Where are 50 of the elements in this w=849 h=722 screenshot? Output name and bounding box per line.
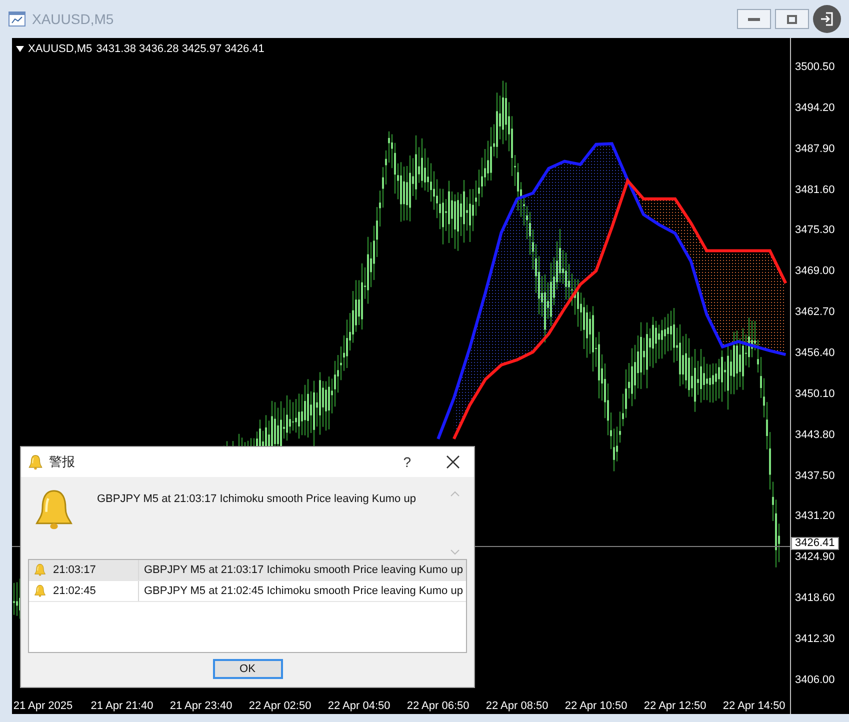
chart-symbol: XAUUSD,M5 bbox=[28, 42, 92, 57]
price-axis-label: 3431.20 bbox=[795, 510, 835, 522]
ok-button[interactable]: OK bbox=[212, 659, 282, 679]
price-axis-label: 3494.20 bbox=[795, 102, 835, 114]
time-axis-label: 21 Apr 21:40 bbox=[90, 700, 154, 713]
minimize-button[interactable] bbox=[737, 9, 771, 29]
time-axis-label: 22 Apr 10:50 bbox=[564, 700, 628, 713]
bell-icon bbox=[33, 563, 47, 577]
price-axis-label: 3481.60 bbox=[795, 184, 835, 196]
close-button[interactable] bbox=[446, 455, 460, 469]
exit-button[interactable] bbox=[813, 5, 841, 33]
alert-row[interactable]: 21:02:45 GBPJPY M5 at 21:02:45 Ichimoku smooth Price leaving Kumo up bbox=[29, 581, 466, 602]
price-axis-label: 3437.50 bbox=[795, 470, 835, 482]
price-axis-label: 3462.70 bbox=[795, 306, 835, 318]
price-axis-label: 3443.80 bbox=[795, 428, 835, 441]
price-axis-label: 3500.50 bbox=[795, 60, 835, 73]
alert-text: GBPJPY M5 at 21:03:17 Ichimoku smooth Price leaving Kumo up bbox=[143, 562, 463, 578]
time-axis-label: 22 Apr 14:50 bbox=[722, 700, 786, 713]
price-axis-label: 3418.60 bbox=[795, 592, 835, 604]
time-axis-label: 22 Apr 04:50 bbox=[328, 700, 390, 713]
chart-quote: 3431.38 3436.28 3425.97 3426.41 bbox=[96, 42, 264, 57]
alert-row[interactable]: 21:03:17 GBPJPY M5 at 21:03:17 Ichimoku smooth Price leaving Kumo up bbox=[29, 560, 466, 581]
price-axis-label: 3406.00 bbox=[795, 674, 835, 686]
bell-icon bbox=[27, 454, 44, 470]
time-axis-label: 21 Apr 2025 bbox=[13, 700, 73, 713]
price-axis-label: 3456.40 bbox=[795, 346, 835, 359]
alert-text: GBPJPY M5 at 21:02:45 Ichimoku smooth Price leaving Kumo up bbox=[143, 584, 463, 599]
restore-button[interactable] bbox=[775, 9, 809, 29]
alert-message: GBPJPY M5 at 21:03:17 Ichimoku smooth Price leaving Kumo up bbox=[97, 492, 417, 507]
bell-icon bbox=[33, 584, 47, 598]
time-axis-label: 21 Apr 23:40 bbox=[170, 700, 232, 713]
exit-icon bbox=[820, 12, 834, 26]
chart-window-icon bbox=[8, 11, 26, 27]
alert-time: 21:02:45 bbox=[53, 584, 96, 599]
price-axis-label: 3487.90 bbox=[795, 142, 835, 155]
time-axis-label: 22 Apr 02:50 bbox=[248, 700, 312, 713]
time-axis-label: 22 Apr 08:50 bbox=[486, 700, 548, 713]
time-axis-label: 22 Apr 12:50 bbox=[644, 700, 706, 713]
price-axis-label: 3450.10 bbox=[795, 388, 835, 400]
time-axis-label: 22 Apr 06:50 bbox=[406, 700, 470, 713]
dialog-title: 警报 bbox=[49, 453, 75, 472]
alert-time: 21:03:17 bbox=[53, 562, 96, 578]
current-price-label: 3426.41 bbox=[791, 536, 839, 550]
help-button[interactable]: ? bbox=[403, 452, 411, 472]
price-axis-label: 3412.30 bbox=[795, 633, 835, 646]
price-axis-label: 3475.30 bbox=[795, 224, 835, 236]
dropdown-triangle-icon[interactable] bbox=[16, 46, 24, 52]
window-title: XAUUSD,M5 bbox=[32, 10, 114, 28]
price-axis-label: 3424.90 bbox=[795, 551, 835, 564]
price-axis-label: 3469.00 bbox=[795, 265, 835, 278]
